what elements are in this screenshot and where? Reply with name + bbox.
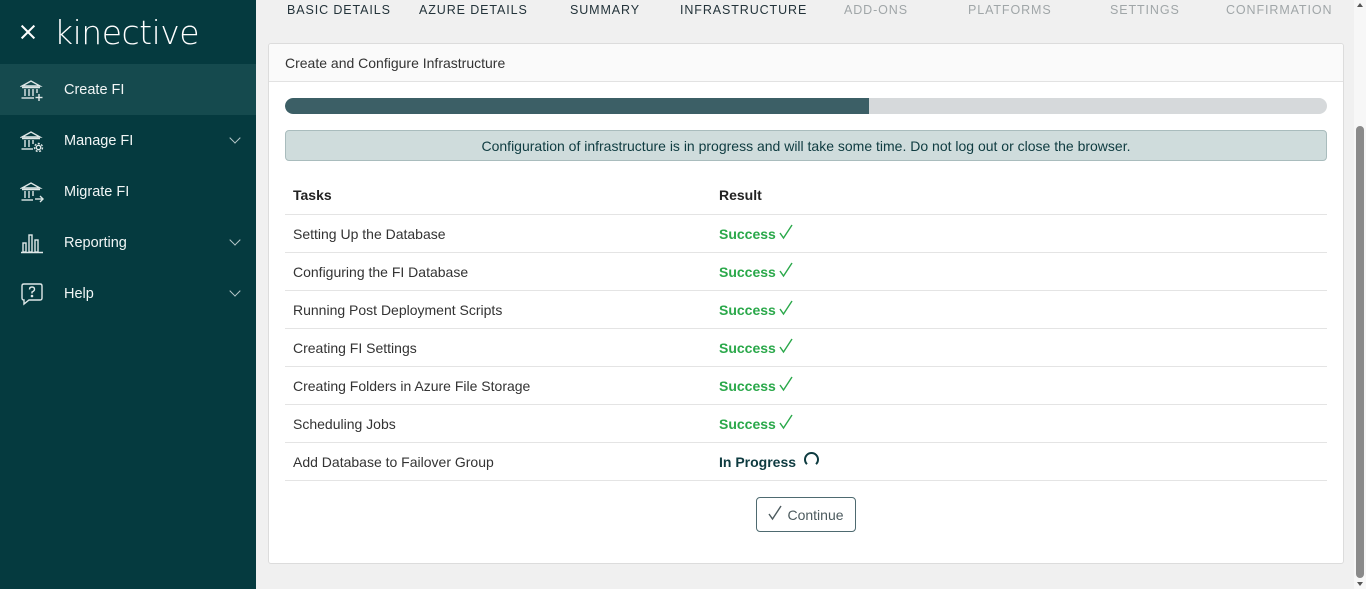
- progress-bar-fill: [285, 98, 869, 114]
- table-row: Creating Folders in Azure File Storage S…: [285, 367, 1327, 405]
- table-row: Configuring the FI Database Success: [285, 253, 1327, 291]
- sidebar-item-manage-fi[interactable]: Manage FI: [0, 115, 256, 166]
- step-settings: SETTINGS: [1110, 3, 1180, 17]
- step-confirmation: CONFIRMATION: [1226, 3, 1333, 17]
- checkmark-icon: [779, 376, 793, 395]
- help-bubble-icon: [20, 282, 44, 306]
- table-header-row: Tasks Result: [285, 175, 1327, 215]
- progress-bar: [285, 98, 1327, 114]
- table-row: Running Post Deployment Scripts Success: [285, 291, 1327, 329]
- tasks-table: Tasks Result Setting Up the Database Suc…: [285, 175, 1327, 481]
- task-name: Setting Up the Database: [293, 225, 446, 242]
- column-header-tasks: Tasks: [293, 186, 332, 203]
- step-add-ons: ADD-ONS: [844, 3, 908, 17]
- checkmark-icon: [779, 338, 793, 357]
- sidebar: kinective Create FI Manage FI Migrate FI…: [0, 0, 256, 589]
- step-basic-details[interactable]: BASIC DETAILS: [287, 3, 391, 17]
- close-icon[interactable]: [18, 22, 38, 42]
- wizard-steps: BASIC DETAILS AZURE DETAILS SUMMARY INFR…: [256, 0, 1354, 26]
- task-name: Configuring the FI Database: [293, 263, 469, 280]
- table-row: Add Database to Failover Group In Progre…: [285, 443, 1327, 481]
- page-scrollbar[interactable]: [1354, 0, 1366, 589]
- scroll-up-arrow-icon[interactable]: [1357, 3, 1363, 7]
- task-name: Scheduling Jobs: [293, 415, 396, 432]
- task-name: Creating FI Settings: [293, 339, 417, 356]
- checkmark-icon: [768, 505, 783, 524]
- checkmark-icon: [779, 414, 793, 433]
- column-header-result: Result: [719, 186, 762, 203]
- checkmark-icon: [779, 262, 793, 281]
- task-name: Creating Folders in Azure File Storage: [293, 377, 531, 394]
- result-status: Success: [719, 263, 776, 280]
- table-row: Setting Up the Database Success: [285, 215, 1327, 253]
- result-status: Success: [719, 377, 776, 394]
- chevron-down-icon: [229, 234, 241, 246]
- sidebar-item-label: Reporting: [64, 234, 127, 251]
- checkmark-icon: [779, 300, 793, 319]
- chevron-down-icon: [229, 285, 241, 297]
- step-infrastructure[interactable]: INFRASTRUCTURE: [680, 3, 807, 17]
- sidebar-item-reporting[interactable]: Reporting: [0, 217, 256, 268]
- kinective-logo: kinective: [54, 12, 200, 52]
- task-name: Running Post Deployment Scripts: [293, 301, 503, 318]
- bank-gear-icon: [19, 129, 44, 153]
- main-content: BASIC DETAILS AZURE DETAILS SUMMARY INFR…: [256, 0, 1354, 589]
- card-title: Create and Configure Infrastructure: [269, 44, 1343, 82]
- task-name: Add Database to Failover Group: [293, 453, 494, 470]
- scrollbar-thumb[interactable]: [1356, 126, 1364, 578]
- sidebar-item-label: Migrate FI: [64, 183, 130, 200]
- continue-button[interactable]: Continue: [756, 497, 856, 532]
- step-summary[interactable]: SUMMARY: [570, 3, 640, 17]
- result-status: Success: [719, 339, 776, 356]
- step-azure-details[interactable]: AZURE DETAILS: [419, 3, 528, 17]
- loading-spinner-icon: [804, 452, 820, 467]
- scroll-down-arrow-icon[interactable]: [1357, 582, 1363, 586]
- bank-arrow-icon: [19, 180, 44, 204]
- bank-plus-icon: [19, 78, 44, 102]
- chevron-down-icon: [229, 132, 241, 144]
- sidebar-item-migrate-fi[interactable]: Migrate FI: [0, 166, 256, 217]
- step-platforms: PLATFORMS: [968, 3, 1052, 17]
- result-status: Success: [719, 225, 776, 242]
- sidebar-header: kinective: [0, 0, 256, 64]
- sidebar-item-help[interactable]: Help: [0, 268, 256, 319]
- info-alert: Configuration of infrastructure is in pr…: [285, 130, 1327, 161]
- sidebar-item-label: Create FI: [64, 81, 125, 98]
- continue-label: Continue: [787, 506, 844, 523]
- checkmark-icon: [779, 224, 793, 243]
- table-row: Creating FI Settings Success: [285, 329, 1327, 367]
- result-status: In Progress: [719, 453, 797, 470]
- sidebar-item-label: Help: [64, 285, 94, 302]
- infrastructure-card: Create and Configure Infrastructure Conf…: [268, 43, 1344, 564]
- result-status: Success: [719, 415, 776, 432]
- sidebar-item-label: Manage FI: [64, 132, 134, 149]
- table-row: Scheduling Jobs Success: [285, 405, 1327, 443]
- bar-chart-icon: [20, 231, 44, 255]
- sidebar-item-create-fi[interactable]: Create FI: [0, 64, 256, 115]
- result-status: Success: [719, 301, 776, 318]
